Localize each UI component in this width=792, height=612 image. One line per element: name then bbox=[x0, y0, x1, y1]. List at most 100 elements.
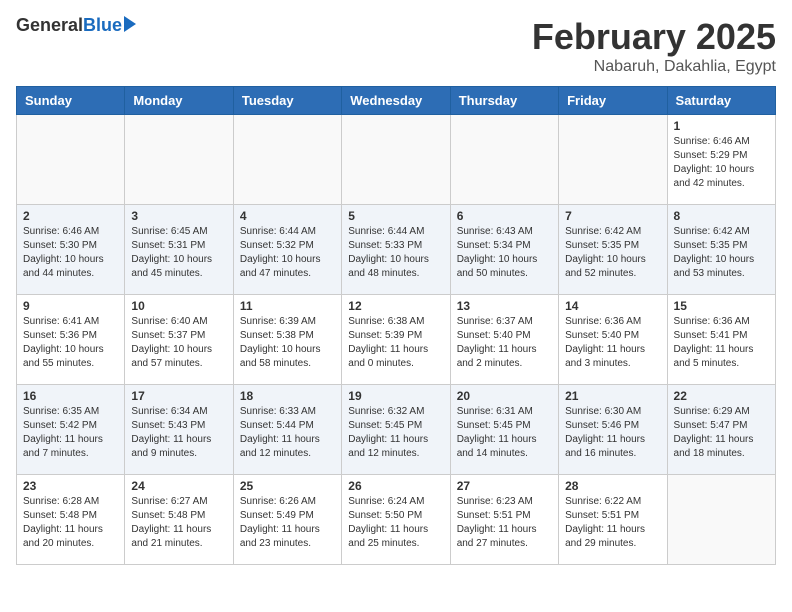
day-number: 3 bbox=[131, 209, 226, 223]
calendar-day-cell: 14 Sunrise: 6:36 AM Sunset: 5:40 PM Dayli… bbox=[559, 295, 667, 385]
day-info: Sunrise: 6:46 AM Sunset: 5:29 PM Dayligh… bbox=[674, 135, 769, 191]
day-info: Sunrise: 6:43 AM Sunset: 5:34 PM Dayligh… bbox=[457, 225, 552, 281]
column-header-sunday: Sunday bbox=[17, 87, 125, 115]
page-header: General Blue February 2025 Nabaruh, Daka… bbox=[16, 16, 776, 76]
day-info: Sunrise: 6:32 AM Sunset: 5:45 PM Dayligh… bbox=[348, 405, 443, 461]
day-number: 6 bbox=[457, 209, 552, 223]
day-number: 12 bbox=[348, 299, 443, 313]
day-number: 19 bbox=[348, 389, 443, 403]
calendar-day-cell: 23 Sunrise: 6:28 AM Sunset: 5:48 PM Dayli… bbox=[17, 475, 125, 565]
day-number: 13 bbox=[457, 299, 552, 313]
day-info: Sunrise: 6:46 AM Sunset: 5:30 PM Dayligh… bbox=[23, 225, 118, 281]
calendar-day-cell: 21Sunrise: 6:30 AM Sunset: 5:46 PM Dayli… bbox=[559, 385, 667, 475]
day-info: Sunrise: 6:33 AM Sunset: 5:44 PM Dayligh… bbox=[240, 405, 335, 461]
month-title: February 2025 bbox=[532, 16, 776, 58]
calendar-week-row: 2 Sunrise: 6:46 AM Sunset: 5:30 PM Daylig… bbox=[17, 205, 776, 295]
calendar-day-cell: 12 Sunrise: 6:38 AM Sunset: 5:39 PM Dayli… bbox=[342, 295, 450, 385]
day-number: 1 bbox=[674, 119, 769, 133]
calendar-week-row: 1 Sunrise: 6:46 AM Sunset: 5:29 PM Daylig… bbox=[17, 115, 776, 205]
calendar-day-cell: 6 Sunrise: 6:43 AM Sunset: 5:34 PM Daylig… bbox=[450, 205, 558, 295]
day-number: 24 bbox=[131, 479, 226, 493]
calendar-day-cell: 2 Sunrise: 6:46 AM Sunset: 5:30 PM Daylig… bbox=[17, 205, 125, 295]
day-info: Sunrise: 6:37 AM Sunset: 5:40 PM Dayligh… bbox=[457, 315, 552, 371]
location-text: Nabaruh, Dakahlia, Egypt bbox=[532, 58, 776, 76]
day-number: 18 bbox=[240, 389, 335, 403]
calendar-day-cell bbox=[667, 475, 775, 565]
calendar-day-cell: 13 Sunrise: 6:37 AM Sunset: 5:40 PM Dayli… bbox=[450, 295, 558, 385]
day-info: Sunrise: 6:28 AM Sunset: 5:48 PM Dayligh… bbox=[23, 495, 118, 551]
day-number: 8 bbox=[674, 209, 769, 223]
calendar-week-row: 23 Sunrise: 6:28 AM Sunset: 5:48 PM Dayli… bbox=[17, 475, 776, 565]
calendar-week-row: 16Sunrise: 6:35 AM Sunset: 5:42 PM Dayli… bbox=[17, 385, 776, 475]
day-info: Sunrise: 6:40 AM Sunset: 5:37 PM Dayligh… bbox=[131, 315, 226, 371]
day-number: 28 bbox=[565, 479, 660, 493]
column-header-monday: Monday bbox=[125, 87, 233, 115]
day-info: Sunrise: 6:42 AM Sunset: 5:35 PM Dayligh… bbox=[674, 225, 769, 281]
calendar-day-cell bbox=[17, 115, 125, 205]
logo-general-text: General bbox=[16, 16, 83, 34]
calendar-table: SundayMondayTuesdayWednesdayThursdayFrid… bbox=[16, 86, 776, 565]
day-info: Sunrise: 6:34 AM Sunset: 5:43 PM Dayligh… bbox=[131, 405, 226, 461]
day-number: 14 bbox=[565, 299, 660, 313]
column-header-thursday: Thursday bbox=[450, 87, 558, 115]
logo-arrow-icon bbox=[124, 16, 136, 32]
day-info: Sunrise: 6:22 AM Sunset: 5:51 PM Dayligh… bbox=[565, 495, 660, 551]
day-number: 27 bbox=[457, 479, 552, 493]
day-number: 7 bbox=[565, 209, 660, 223]
calendar-day-cell: 25 Sunrise: 6:26 AM Sunset: 5:49 PM Dayli… bbox=[233, 475, 341, 565]
day-number: 22 bbox=[674, 389, 769, 403]
calendar-day-cell bbox=[233, 115, 341, 205]
day-info: Sunrise: 6:23 AM Sunset: 5:51 PM Dayligh… bbox=[457, 495, 552, 551]
calendar-day-cell bbox=[342, 115, 450, 205]
calendar-header-row: SundayMondayTuesdayWednesdayThursdayFrid… bbox=[17, 87, 776, 115]
title-block: February 2025 Nabaruh, Dakahlia, Egypt bbox=[532, 16, 776, 76]
column-header-tuesday: Tuesday bbox=[233, 87, 341, 115]
calendar-day-cell bbox=[559, 115, 667, 205]
day-info: Sunrise: 6:27 AM Sunset: 5:48 PM Dayligh… bbox=[131, 495, 226, 551]
day-info: Sunrise: 6:24 AM Sunset: 5:50 PM Dayligh… bbox=[348, 495, 443, 551]
day-info: Sunrise: 6:36 AM Sunset: 5:41 PM Dayligh… bbox=[674, 315, 769, 371]
day-info: Sunrise: 6:44 AM Sunset: 5:33 PM Dayligh… bbox=[348, 225, 443, 281]
calendar-day-cell: 26 Sunrise: 6:24 AM Sunset: 5:50 PM Dayli… bbox=[342, 475, 450, 565]
day-info: Sunrise: 6:26 AM Sunset: 5:49 PM Dayligh… bbox=[240, 495, 335, 551]
column-header-friday: Friday bbox=[559, 87, 667, 115]
day-number: 20 bbox=[457, 389, 552, 403]
calendar-day-cell: 17Sunrise: 6:34 AM Sunset: 5:43 PM Dayli… bbox=[125, 385, 233, 475]
day-info: Sunrise: 6:44 AM Sunset: 5:32 PM Dayligh… bbox=[240, 225, 335, 281]
calendar-day-cell: 3 Sunrise: 6:45 AM Sunset: 5:31 PM Daylig… bbox=[125, 205, 233, 295]
day-info: Sunrise: 6:36 AM Sunset: 5:40 PM Dayligh… bbox=[565, 315, 660, 371]
day-number: 21 bbox=[565, 389, 660, 403]
day-number: 10 bbox=[131, 299, 226, 313]
calendar-day-cell: 16Sunrise: 6:35 AM Sunset: 5:42 PM Dayli… bbox=[17, 385, 125, 475]
calendar-day-cell: 5Sunrise: 6:44 AM Sunset: 5:33 PM Daylig… bbox=[342, 205, 450, 295]
day-info: Sunrise: 6:35 AM Sunset: 5:42 PM Dayligh… bbox=[23, 405, 118, 461]
day-number: 2 bbox=[23, 209, 118, 223]
column-header-saturday: Saturday bbox=[667, 87, 775, 115]
day-info: Sunrise: 6:41 AM Sunset: 5:36 PM Dayligh… bbox=[23, 315, 118, 371]
day-number: 9 bbox=[23, 299, 118, 313]
day-number: 23 bbox=[23, 479, 118, 493]
day-info: Sunrise: 6:38 AM Sunset: 5:39 PM Dayligh… bbox=[348, 315, 443, 371]
calendar-day-cell: 27 Sunrise: 6:23 AM Sunset: 5:51 PM Dayli… bbox=[450, 475, 558, 565]
calendar-day-cell: 8 Sunrise: 6:42 AM Sunset: 5:35 PM Daylig… bbox=[667, 205, 775, 295]
calendar-day-cell: 11 Sunrise: 6:39 AM Sunset: 5:38 PM Dayli… bbox=[233, 295, 341, 385]
calendar-day-cell: 24 Sunrise: 6:27 AM Sunset: 5:48 PM Dayli… bbox=[125, 475, 233, 565]
calendar-day-cell: 4 Sunrise: 6:44 AM Sunset: 5:32 PM Daylig… bbox=[233, 205, 341, 295]
column-header-wednesday: Wednesday bbox=[342, 87, 450, 115]
day-number: 15 bbox=[674, 299, 769, 313]
day-number: 25 bbox=[240, 479, 335, 493]
calendar-day-cell bbox=[450, 115, 558, 205]
day-info: Sunrise: 6:39 AM Sunset: 5:38 PM Dayligh… bbox=[240, 315, 335, 371]
day-number: 4 bbox=[240, 209, 335, 223]
calendar-day-cell: 10 Sunrise: 6:40 AM Sunset: 5:37 PM Dayli… bbox=[125, 295, 233, 385]
logo-blue-text: Blue bbox=[83, 16, 122, 34]
calendar-day-cell: 9 Sunrise: 6:41 AM Sunset: 5:36 PM Daylig… bbox=[17, 295, 125, 385]
calendar-day-cell: 18 Sunrise: 6:33 AM Sunset: 5:44 PM Dayli… bbox=[233, 385, 341, 475]
calendar-day-cell: 28 Sunrise: 6:22 AM Sunset: 5:51 PM Dayli… bbox=[559, 475, 667, 565]
day-number: 11 bbox=[240, 299, 335, 313]
day-info: Sunrise: 6:45 AM Sunset: 5:31 PM Dayligh… bbox=[131, 225, 226, 281]
day-number: 26 bbox=[348, 479, 443, 493]
calendar-day-cell: 7Sunrise: 6:42 AM Sunset: 5:35 PM Daylig… bbox=[559, 205, 667, 295]
calendar-week-row: 9 Sunrise: 6:41 AM Sunset: 5:36 PM Daylig… bbox=[17, 295, 776, 385]
logo: General Blue bbox=[16, 16, 136, 34]
